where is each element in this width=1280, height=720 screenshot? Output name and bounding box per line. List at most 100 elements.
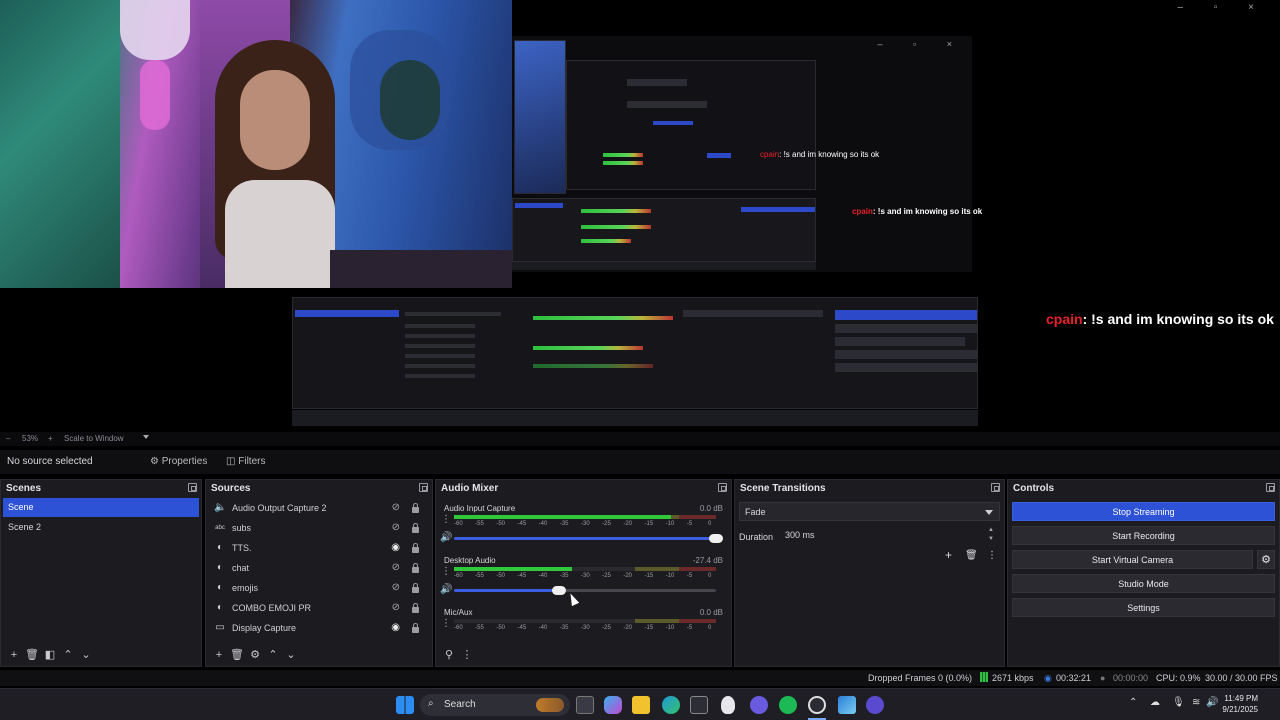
zoom-in-button[interactable]: + <box>48 434 53 443</box>
chatgpt-icon[interactable] <box>721 696 735 714</box>
channel-menu-icon[interactable]: ⋮ <box>441 566 451 577</box>
scene-item[interactable]: Scene 2 <box>3 518 199 537</box>
edge-icon[interactable] <box>662 696 680 714</box>
scene-filters-icon[interactable]: ◧ <box>41 648 59 661</box>
undock-icon[interactable] <box>188 483 197 492</box>
studio-mode-button[interactable]: Studio Mode <box>1012 574 1275 593</box>
file-explorer-icon[interactable] <box>632 696 650 714</box>
volume-slider[interactable] <box>454 534 723 543</box>
mute-speaker-icon[interactable]: 🔊 <box>440 584 452 595</box>
meter-tick-label: -25 <box>602 521 611 527</box>
nested-preview <box>566 60 816 190</box>
lock-icon[interactable] <box>411 623 420 633</box>
start-virtual-camera-button[interactable]: Start Virtual Camera <box>1012 550 1253 569</box>
eye-icon[interactable]: ◉ <box>391 542 400 553</box>
meter-tick-label: -15 <box>644 521 654 527</box>
add-source-icon[interactable]: + <box>210 649 228 661</box>
windows-start-icon[interactable] <box>396 696 414 714</box>
source-item[interactable]: ▭ Display Capture ◉ <box>212 620 426 639</box>
chevron-up-icon[interactable]: ⌃ <box>1129 697 1137 708</box>
lock-icon[interactable] <box>411 543 420 553</box>
discord-icon[interactable] <box>750 696 768 714</box>
channel-menu-icon[interactable]: ⋮ <box>441 618 451 629</box>
volume-slider[interactable] <box>454 586 716 595</box>
obs-icon[interactable] <box>808 696 826 714</box>
dropped-frames: Dropped Frames 0 (0.0%) <box>868 673 973 683</box>
move-down-icon[interactable]: ⌄ <box>77 648 95 661</box>
mute-speaker-icon[interactable]: 🔊 <box>440 532 452 543</box>
undock-icon[interactable] <box>718 483 727 492</box>
scene-item[interactable]: Scene <box>3 498 199 517</box>
filters-button[interactable]: ◫ Filters <box>226 456 265 467</box>
virtual-camera-settings-icon[interactable]: ⚙ <box>1257 550 1275 569</box>
source-item[interactable]: ◐ TTS. ◉ <box>212 540 426 559</box>
move-down-icon[interactable]: ⌄ <box>282 648 300 661</box>
undock-icon[interactable] <box>1266 483 1275 492</box>
meter-tick-label: -50 <box>496 625 505 631</box>
twitch-icon[interactable] <box>866 696 884 714</box>
transition-menu-icon[interactable]: ⋮ <box>987 550 997 561</box>
duration-input[interactable]: 300 ms ▲ ▼ <box>781 526 1000 545</box>
mic-icon[interactable]: 🎙 <box>1172 697 1185 708</box>
advanced-audio-icon[interactable]: ⚲ <box>440 648 458 661</box>
window-controls[interactable]: – ▫ × <box>1177 2 1268 13</box>
move-up-icon[interactable]: ⌃ <box>59 648 77 661</box>
undock-icon[interactable] <box>419 483 428 492</box>
remove-source-icon[interactable]: 🗑 <box>228 648 246 661</box>
lock-icon[interactable] <box>411 503 420 513</box>
spin-up-icon[interactable]: ▲ <box>988 527 994 533</box>
browser-icon: ◐ <box>216 562 224 573</box>
remove-transition-icon[interactable]: 🗑 <box>965 550 978 561</box>
mixer-menu-icon[interactable]: ⋮ <box>458 648 476 661</box>
copilot-icon[interactable] <box>604 696 622 714</box>
eye-hidden-icon[interactable]: ⊘ <box>392 562 400 573</box>
source-item[interactable]: ◐ chat ⊘ <box>212 560 426 579</box>
taskbar-clock[interactable]: 11:49 PM 9/21/2025 <box>1222 693 1258 715</box>
eye-hidden-icon[interactable]: ⊘ <box>392 502 400 513</box>
app-icon[interactable] <box>838 696 856 714</box>
remove-scene-icon[interactable]: 🗑 <box>23 648 41 661</box>
scale-mode-chevron-icon[interactable] <box>143 435 149 439</box>
spin-down-icon[interactable]: ▼ <box>988 536 994 542</box>
start-recording-button[interactable]: Start Recording <box>1012 526 1275 545</box>
meter-tick-label: -60 <box>454 521 463 527</box>
lock-icon[interactable] <box>411 563 420 573</box>
spotify-icon[interactable] <box>779 696 797 714</box>
task-view-icon[interactable] <box>576 696 594 714</box>
volume-icon[interactable]: 🔊 <box>1206 697 1218 708</box>
eye-hidden-icon[interactable]: ⊘ <box>392 522 400 533</box>
undock-icon[interactable] <box>991 483 1000 492</box>
lock-icon[interactable] <box>411 583 420 593</box>
eye-hidden-icon[interactable]: ⊘ <box>392 582 400 593</box>
settings-button[interactable]: Settings <box>1012 598 1275 617</box>
source-item[interactable]: ◐ emojis ⊘ <box>212 580 426 599</box>
mixer-toolbar: ⚲ ⋮ <box>440 648 476 662</box>
lock-icon[interactable] <box>411 523 420 533</box>
add-transition-icon[interactable]: + <box>945 548 952 562</box>
stop-streaming-button[interactable]: Stop Streaming <box>1012 502 1275 521</box>
volume-slider-knob[interactable] <box>709 534 723 543</box>
transition-select[interactable]: Fade <box>739 502 1000 521</box>
zoom-out-button[interactable]: – <box>6 434 10 443</box>
meter-tick-label: 0 <box>708 625 712 631</box>
taskbar-search[interactable]: ⌕ Search <box>420 694 570 716</box>
channel-menu-icon[interactable]: ⋮ <box>441 514 451 525</box>
source-item[interactable]: ◐ COMBO EMOJI PR ⊘ <box>212 600 426 619</box>
scale-mode-select[interactable]: Scale to Window <box>64 434 124 443</box>
volume-slider-knob[interactable] <box>551 586 566 595</box>
move-up-icon[interactable]: ⌃ <box>264 648 282 661</box>
wifi-icon[interactable]: ≋ <box>1192 697 1200 708</box>
program-preview[interactable]: – ▫ × cpain: !s and im knowing so its ok… <box>0 0 1280 432</box>
lock-icon[interactable] <box>411 603 420 613</box>
cloud-icon[interactable]: ☁ <box>1150 697 1160 708</box>
add-scene-icon[interactable]: + <box>5 649 23 661</box>
source-properties-icon[interactable]: ⚙ <box>246 648 264 661</box>
eye-icon[interactable]: ◉ <box>391 622 400 633</box>
volume-meter <box>454 567 716 571</box>
eye-hidden-icon[interactable]: ⊘ <box>392 602 400 613</box>
meter-tick-label: -25 <box>602 573 611 579</box>
source-item[interactable]: abc subs ⊘ <box>212 520 426 539</box>
properties-button[interactable]: ⚙ Properties <box>150 456 207 467</box>
store-icon[interactable] <box>690 696 708 714</box>
source-item[interactable]: 🔈 Audio Output Capture 2 ⊘ <box>212 500 426 519</box>
